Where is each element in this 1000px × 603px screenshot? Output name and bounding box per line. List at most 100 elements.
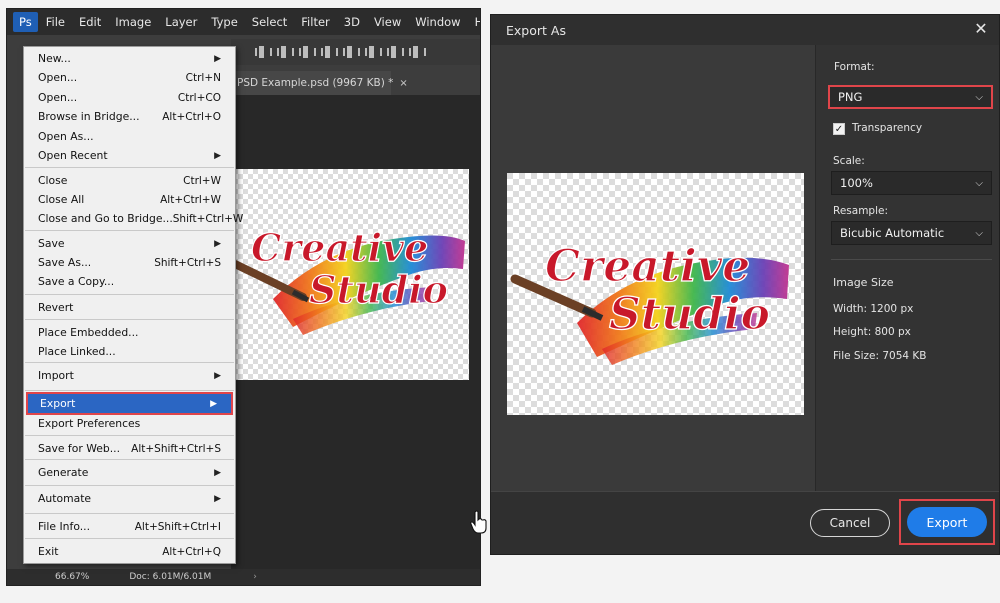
artwork-line2: Studio (309, 267, 448, 312)
file-menu-item-shortcut: Ctrl+CO (177, 91, 221, 104)
resample-select[interactable]: Bicubic Automatic ⌵ (831, 221, 992, 245)
file-menu-item-shortcut: Ctrl+W (183, 174, 221, 187)
doc-size: Doc: 6.01M/6.01M (129, 572, 212, 582)
file-menu-item[interactable]: Save for Web... Alt+Shift+Ctrl+S (24, 439, 235, 458)
file-menu-item[interactable]: Close and Go to Bridge... Shift+Ctrl+W (24, 209, 243, 228)
submenu-arrow-icon: ▶ (210, 398, 217, 409)
menu-bar: Ps File Edit Image Layer Type Select Fil… (7, 9, 480, 35)
format-value: PNG (838, 90, 863, 104)
file-menu-item-label: Browse in Bridge... (38, 110, 140, 123)
submenu-arrow-icon: ▶ (214, 467, 221, 478)
image-height: Height: 800 px (833, 326, 911, 338)
file-menu-item[interactable]: Open... Ctrl+CO (24, 88, 235, 107)
submenu-arrow-icon: ▶ (214, 370, 221, 381)
file-menu-item-label: Save a Copy... (38, 275, 115, 288)
align-right-icon[interactable] (365, 46, 382, 58)
file-menu-item[interactable]: Import ▶ (24, 366, 235, 385)
file-menu-item-label: Import (38, 369, 74, 382)
chevron-down-icon: ⌵ (975, 91, 983, 103)
menu-image[interactable]: Image (109, 12, 157, 32)
file-menu-item[interactable]: Generate ▶ (24, 463, 235, 482)
file-menu-item[interactable]: New... ▶ (24, 49, 235, 68)
file-size: File Size: 7054 KB (833, 350, 927, 362)
menu-window[interactable]: Window (409, 12, 466, 32)
resample-label: Resample: (833, 205, 888, 217)
file-menu-item[interactable]: Open As... (24, 127, 235, 146)
file-menu-item-label: Exit (38, 545, 59, 558)
file-menu-item[interactable]: Browse in Bridge... Alt+Ctrl+O (24, 107, 235, 126)
document-tab-title: PSD Example.psd (9967 KB) * (237, 77, 394, 89)
file-menu-item[interactable]: Open... Ctrl+N (24, 68, 235, 87)
scale-select[interactable]: 100% ⌵ (831, 171, 992, 195)
screenshot-stage: Ps File Edit Image Layer Type Select Fil… (0, 0, 1000, 603)
file-menu-item[interactable]: Save a Copy... (24, 272, 235, 291)
file-menu-item-label: Open Recent (38, 149, 108, 162)
chevron-down-icon: ⌵ (975, 177, 983, 189)
menu-layer[interactable]: Layer (159, 12, 203, 32)
scale-value: 100% (840, 176, 873, 190)
align-bottom-icon[interactable] (299, 46, 316, 58)
ps-logo-menu[interactable]: Ps (13, 12, 38, 32)
menu-help[interactable]: Help (469, 12, 480, 32)
cancel-button[interactable]: Cancel (810, 509, 890, 537)
align-top-icon[interactable] (255, 46, 272, 58)
submenu-arrow-icon: ▶ (214, 493, 221, 504)
file-menu-item[interactable]: Place Embedded... (24, 323, 235, 342)
file-menu-item-label: Place Embedded... (38, 326, 139, 339)
file-menu-item[interactable]: Close All Alt+Ctrl+W (24, 190, 235, 209)
file-menu-item[interactable]: Export ▶ (26, 392, 233, 415)
menu-view[interactable]: View (368, 12, 407, 32)
format-label: Format: (834, 61, 875, 73)
submenu-arrow-icon: ▶ (214, 238, 221, 249)
close-icon[interactable]: ✕ (971, 19, 991, 39)
document-canvas-artwork: Creative Studio (233, 169, 469, 380)
file-menu-item-shortcut: Alt+Shift+Ctrl+S (131, 442, 221, 455)
file-menu-item[interactable]: Exit Alt+Ctrl+Q (24, 542, 235, 561)
close-tab-icon[interactable]: × (399, 78, 407, 89)
menu-type[interactable]: Type (205, 12, 243, 32)
panel-divider (831, 259, 992, 260)
menu-select[interactable]: Select (246, 12, 293, 32)
file-menu-item-shortcut: Alt+Shift+Ctrl+I (134, 520, 221, 533)
file-menu-item[interactable]: Save ▶ (24, 234, 235, 253)
image-width: Width: 1200 px (833, 303, 914, 315)
file-menu-item[interactable]: Revert (24, 298, 235, 317)
file-menu-item-shortcut: Alt+Ctrl+W (160, 193, 221, 206)
menu-separator (25, 435, 234, 436)
file-menu-item[interactable]: Open Recent ▶ (24, 146, 235, 165)
options-bar (231, 39, 480, 65)
file-menu-item-shortcut: Ctrl+N (185, 71, 221, 84)
export-button[interactable]: Export (907, 507, 987, 537)
align-hcenter-icon[interactable] (343, 46, 360, 58)
align-left-icon[interactable] (321, 46, 338, 58)
file-menu-item-label: Export Preferences (38, 417, 141, 430)
distribute-icon[interactable] (387, 46, 404, 58)
file-menu-item-label: Revert (38, 301, 74, 314)
file-menu-item[interactable]: Export Preferences (24, 414, 235, 433)
file-menu-item-shortcut: Alt+Ctrl+O (162, 110, 221, 123)
file-menu-item-label: Save (38, 237, 65, 250)
artwork-line1: Creative (251, 225, 428, 270)
file-menu-item[interactable]: Save As... Shift+Ctrl+S (24, 253, 235, 272)
menu-3d[interactable]: 3D (338, 12, 366, 32)
document-tab[interactable]: PSD Example.psd (9967 KB) * × (231, 71, 408, 95)
file-menu-item-shortcut: Shift+Ctrl+W (172, 212, 244, 225)
file-menu-item-label: Open As... (38, 130, 94, 143)
format-select[interactable]: PNG ⌵ (828, 85, 993, 109)
menu-separator (25, 167, 234, 168)
transparency-checkbox[interactable]: ✓ (833, 123, 845, 135)
file-menu-item[interactable]: Automate ▶ (24, 489, 235, 508)
menu-filter[interactable]: Filter (295, 12, 335, 32)
menu-edit[interactable]: Edit (73, 12, 107, 32)
align-vcenter-icon[interactable] (277, 46, 294, 58)
scale-label: Scale: (833, 155, 865, 167)
file-menu-item[interactable]: File Info... Alt+Shift+Ctrl+I (24, 517, 235, 536)
status-arrow-icon[interactable]: › (253, 572, 257, 582)
file-menu-item[interactable]: Close Ctrl+W (24, 171, 235, 190)
menu-file[interactable]: File (40, 12, 71, 32)
export-button-callout: Export (899, 499, 995, 545)
zoom-level[interactable]: 66.67% (55, 572, 89, 582)
distribute-h-icon[interactable] (409, 46, 426, 58)
file-menu-item[interactable]: Place Linked... (24, 342, 235, 361)
file-menu-item-label: Open... (38, 91, 78, 104)
